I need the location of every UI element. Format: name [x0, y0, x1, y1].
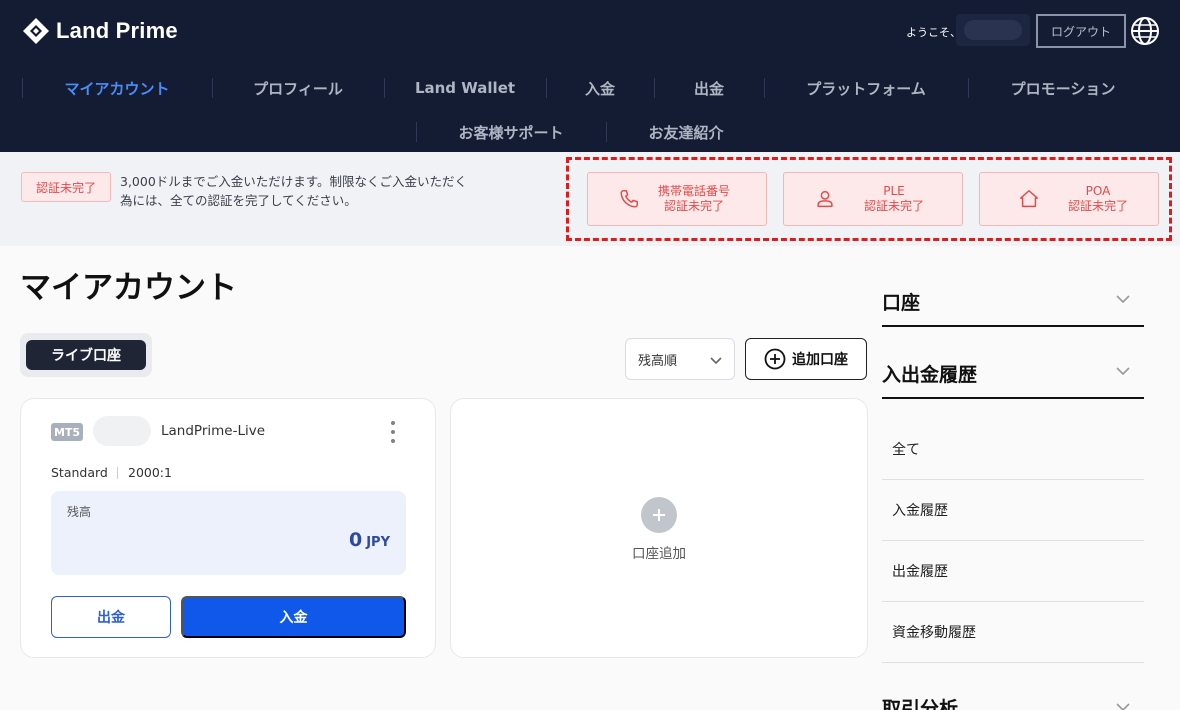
server-name: LandPrime-Live: [161, 423, 266, 439]
home-icon: [1020, 190, 1038, 208]
add-account-card[interactable]: 口座追加: [450, 398, 868, 658]
add-account-label: 追加口座: [792, 351, 848, 367]
nav-withdraw[interactable]: 出金: [654, 68, 764, 108]
balance-amount: 0: [348, 529, 363, 551]
chevron-down-icon: [1116, 367, 1130, 376]
account-type: Standard: [51, 465, 108, 480]
balance-label: 残高: [67, 505, 92, 519]
nav-support[interactable]: お客様サポート: [416, 112, 606, 152]
plus-circle-icon: [764, 348, 786, 370]
verify-poa-status: 認証未完了: [1068, 199, 1129, 213]
brand-logo[interactable]: Land Prime: [22, 17, 178, 45]
verify-ple-title: PLE: [883, 184, 905, 198]
top-header: Land Prime ようこそ、 ログアウト マイアカウント プロフィール La…: [0, 0, 1180, 152]
sidebar-section-account-title: 口座: [882, 292, 921, 314]
page-title: マイアカウント: [20, 270, 237, 306]
nav-platform[interactable]: プラットフォーム: [764, 68, 968, 108]
verify-ple-card[interactable]: PLE 認証未完了: [783, 172, 963, 226]
account-card: MT5 LandPrime-Live Standard 2000:1 残高 0J…: [20, 398, 436, 658]
platform-badge: MT5: [51, 423, 83, 441]
sort-select-value: 残高順: [638, 353, 678, 369]
sidebar-section-account[interactable]: 口座: [882, 288, 1144, 318]
sidebar-section-analysis-title: 取引分析: [882, 698, 959, 710]
verify-phone-status: 認証未完了: [664, 199, 725, 213]
verify-phone-card[interactable]: 携帯電話番号 認証未完了: [587, 172, 767, 226]
chevron-down-icon: [1116, 295, 1130, 304]
globe-icon[interactable]: [1130, 16, 1160, 46]
verify-poa-title: POA: [1085, 184, 1111, 198]
verify-poa-card[interactable]: POA 認証未完了: [979, 172, 1159, 226]
add-account-button[interactable]: 追加口座: [745, 338, 867, 380]
sidebar-item-all[interactable]: 全て: [882, 419, 1144, 480]
account-number-redacted: [93, 416, 151, 446]
deposit-button[interactable]: 入金: [181, 596, 406, 638]
main-nav: マイアカウント プロフィール Land Wallet 入金 出金 プラットフォー…: [0, 68, 1180, 108]
user-icon: [817, 190, 833, 208]
nav-land-wallet[interactable]: Land Wallet: [384, 68, 546, 108]
chevron-down-icon: [1116, 703, 1130, 710]
secondary-nav: お客様サポート お友達紹介: [0, 112, 1180, 152]
nav-profile[interactable]: プロフィール: [212, 68, 384, 108]
phone-icon: [620, 190, 638, 208]
verify-ple-status: 認証未完了: [864, 199, 925, 213]
land-prime-logo-icon: [23, 18, 49, 44]
balance-panel: 残高 0 JPY: [51, 491, 406, 575]
status-badge: 認証未完了: [21, 172, 111, 202]
add-account-card-label: 口座追加: [632, 546, 686, 562]
tab-live-account[interactable]: ライブ口座: [26, 340, 146, 370]
nav-my-account[interactable]: マイアカウント: [22, 68, 212, 108]
verify-phone-title: 携帯電話番号: [658, 184, 731, 198]
account-leverage: 2000:1: [128, 465, 172, 480]
brand-name: Land Prime: [56, 18, 178, 43]
balance-value: 0 JPY: [349, 529, 390, 551]
nav-deposit[interactable]: 入金: [546, 68, 654, 108]
sort-select[interactable]: 残高順: [625, 338, 735, 380]
sidebar-section-analysis[interactable]: 取引分析: [882, 694, 1144, 710]
welcome-text: ようこそ、: [906, 26, 961, 39]
sidebar-section-history[interactable]: 入出金履歴: [882, 360, 1144, 390]
sidebar-item-withdraw-history[interactable]: 出金履歴: [882, 541, 1144, 602]
verification-message: 3,000ドルまでご入金いただけます。制限なくご入金いただく為には、全ての認証を…: [120, 174, 468, 208]
logout-button[interactable]: ログアウト: [1036, 14, 1126, 48]
plus-icon: [641, 497, 677, 533]
sidebar-item-transfer-history[interactable]: 資金移動履歴: [882, 602, 1144, 663]
chevron-down-icon: [710, 357, 722, 365]
more-options-icon[interactable]: [387, 421, 399, 443]
balance-currency: JPY: [366, 535, 390, 550]
sidebar-item-deposit-history[interactable]: 入金履歴: [882, 480, 1144, 541]
username-redacted: [956, 14, 1030, 46]
nav-promotion[interactable]: プロモーション: [968, 68, 1158, 108]
account-tabs: ライブ口座: [20, 333, 152, 377]
nav-referral[interactable]: お友達紹介: [606, 112, 766, 152]
withdraw-button[interactable]: 出金: [51, 596, 171, 638]
sidebar-section-history-title: 入出金履歴: [882, 364, 978, 386]
